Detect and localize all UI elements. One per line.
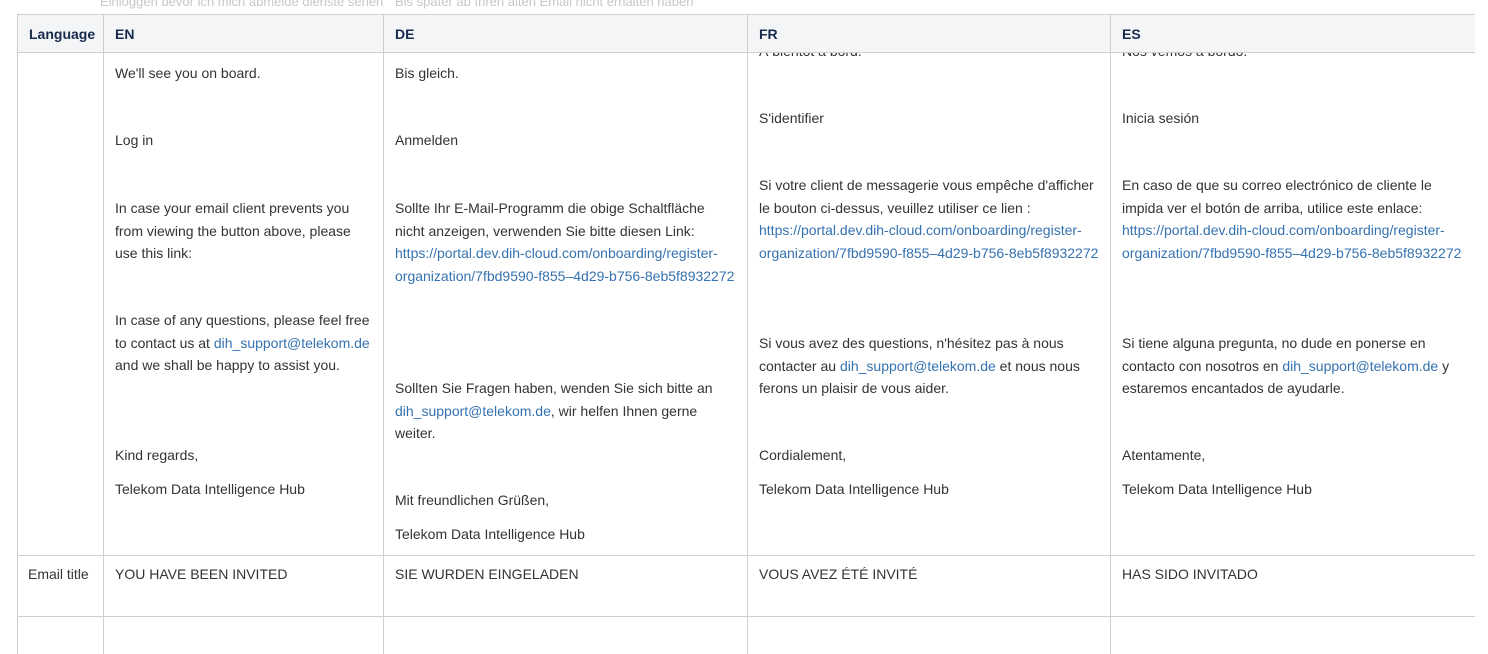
email-title-label: Email title (28, 563, 93, 586)
onboarding-link[interactable]: https://portal.dev.dih-cloud.com/onboard… (1122, 222, 1461, 261)
see-you-text: We'll see you on board. (115, 62, 373, 85)
email-title-en: YOU HAVE BEEN INVITED (115, 563, 373, 586)
table-cell-label: Email title (18, 556, 104, 617)
table-cell-fr (748, 617, 1111, 654)
questions-text: In case of any questions, please feel fr… (115, 309, 373, 377)
column-header-fr: FR (748, 15, 1111, 53)
table-cell-label (18, 53, 104, 556)
email-title-es: HAS SIDO INVITADO (1122, 563, 1466, 586)
table-cell-de: SIE WURDEN EINGELADEN (384, 556, 748, 617)
table-cell-de: Bis gleich. Anmelden Sollte Ihr E-Mail-P… (384, 53, 748, 556)
table-cell-es: Nos vemos a bordo. Inicia sesión En caso… (1111, 53, 1476, 556)
signature-text: Telekom Data Intelligence Hub (115, 478, 373, 501)
table-cell-es (1111, 617, 1476, 654)
table-cell-fr: VOUS AVEZ ÉTÉ INVITÉ (748, 556, 1111, 617)
regards-text: Mit freundlichen Grüßen, (395, 489, 737, 512)
onboarding-link[interactable]: https://portal.dev.dih-cloud.com/onboard… (395, 245, 734, 284)
support-email-link[interactable]: dih_support@telekom.de (840, 358, 996, 374)
email-title-fr: VOUS AVEZ ÉTÉ INVITÉ (759, 563, 1100, 586)
table-cell-es: HAS SIDO INVITADO (1111, 556, 1476, 617)
table-cell-de (384, 617, 748, 654)
login-text: Inicia sesión (1122, 107, 1466, 130)
see-you-text: Bis gleich. (395, 62, 737, 85)
scrolled-text-fragment: Einloggen bevor ich mich abmelde dienste… (100, 0, 383, 9)
translations-table-wrapper: Language EN DE FR ES We'll see you on bo… (17, 14, 1475, 654)
support-email-link[interactable]: dih_support@telekom.de (1282, 358, 1438, 374)
questions-text: Si vous avez des questions, n'hésitez pa… (759, 332, 1100, 400)
table-cell-en: YOU HAVE BEEN INVITED (104, 556, 384, 617)
email-title-de: SIE WURDEN EINGELADEN (395, 563, 737, 586)
column-header-es: ES (1111, 15, 1476, 53)
table-cell-label (18, 617, 104, 654)
table-cell-en: We'll see you on board. Log in In case y… (104, 53, 384, 556)
scrolled-text-fragment: Bis später ab Ihren alten Email nicht er… (395, 0, 693, 9)
table-row (18, 617, 1476, 654)
onboarding-link[interactable]: https://portal.dev.dih-cloud.com/onboard… (759, 222, 1098, 261)
column-header-en: EN (104, 15, 384, 53)
link-intro-text: En caso de que su correo electrónico de … (1122, 174, 1466, 264)
regards-text: Atentamente, (1122, 444, 1466, 467)
table-cell-en (104, 617, 384, 654)
login-text: Anmelden (395, 129, 737, 152)
support-email-link[interactable]: dih_support@telekom.de (395, 403, 551, 419)
translations-table: Language EN DE FR ES We'll see you on bo… (17, 14, 1475, 654)
see-you-text: À bientôt à bord. (759, 53, 1100, 63)
table-row-email-title: Email title YOU HAVE BEEN INVITED SIE WU… (18, 556, 1476, 617)
table-row-email-body: We'll see you on board. Log in In case y… (18, 53, 1476, 556)
signature-text: Telekom Data Intelligence Hub (1122, 478, 1466, 501)
signature-text: Telekom Data Intelligence Hub (395, 523, 737, 546)
table-cell-fr: À bientôt à bord. S'identifier Si votre … (748, 53, 1111, 556)
column-header-de: DE (384, 15, 748, 53)
support-email-link[interactable]: dih_support@telekom.de (214, 335, 370, 351)
link-intro-text: Si votre client de messagerie vous empêc… (759, 174, 1100, 264)
table-header-row: Language EN DE FR ES (18, 15, 1476, 53)
questions-text: Sollten Sie Fragen haben, wenden Sie sic… (395, 377, 737, 445)
signature-text: Telekom Data Intelligence Hub (759, 478, 1100, 501)
column-header-language: Language (18, 15, 104, 53)
regards-text: Kind regards, (115, 444, 373, 467)
login-text: Log in (115, 129, 373, 152)
see-you-text: Nos vemos a bordo. (1122, 53, 1466, 63)
link-intro-text: Sollte Ihr E-Mail-Programm die obige Sch… (395, 197, 737, 287)
login-text: S'identifier (759, 107, 1100, 130)
link-intro-text: In case your email client prevents you f… (115, 197, 373, 265)
page-top-strip: Einloggen bevor ich mich abmelde dienste… (0, 0, 1488, 14)
regards-text: Cordialement, (759, 444, 1100, 467)
questions-text: Si tiene alguna pregunta, no dude en pon… (1122, 332, 1466, 400)
